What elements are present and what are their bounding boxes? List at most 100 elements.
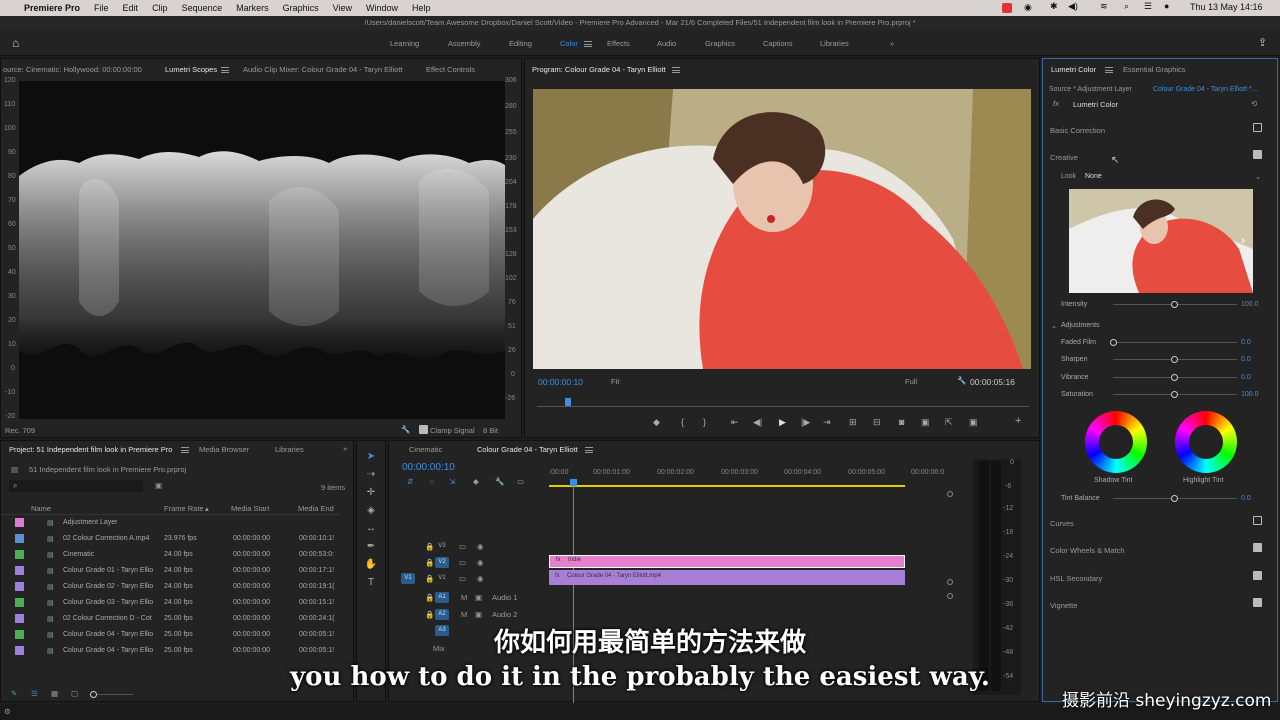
timeline-vscroll[interactable] bbox=[947, 491, 953, 691]
cc-icon[interactable]: ◉ bbox=[1024, 2, 1032, 13]
slider-knob[interactable] bbox=[1171, 495, 1178, 502]
slider-knob[interactable] bbox=[1171, 356, 1178, 363]
workspace-color[interactable]: Color bbox=[560, 39, 578, 48]
project-row[interactable]: ▤ Colour Grade 04 - Taryn Ellio 25.00 fps 0… bbox=[1, 643, 334, 659]
highlight-tint-wheel[interactable] bbox=[1175, 411, 1237, 473]
label-color-chip[interactable] bbox=[15, 646, 24, 655]
label-color-chip[interactable] bbox=[15, 518, 24, 527]
workspace-editing[interactable]: Editing bbox=[509, 39, 532, 48]
lock-icon[interactable]: 🔒 bbox=[425, 542, 434, 551]
track-v2[interactable]: V2 bbox=[435, 557, 449, 568]
workspace-learning[interactable]: Learning bbox=[390, 39, 419, 48]
snap-icon[interactable]: ∩ bbox=[429, 477, 434, 486]
hsl-secondary-checkbox[interactable] bbox=[1253, 571, 1262, 580]
tab-audio-clip-mixer[interactable]: Audio Clip Mixer: Colour Grade 04 - Tary… bbox=[243, 65, 403, 74]
project-row[interactable]: ▤ 02 Colour Correction A.mp4 23.976 fps 00:… bbox=[1, 531, 334, 547]
collapse-icon[interactable]: ⌄ bbox=[1051, 321, 1057, 330]
menu-window[interactable]: Window bbox=[366, 3, 398, 13]
program-scrubber[interactable] bbox=[537, 398, 1029, 407]
mark-out-icon[interactable]: } bbox=[703, 417, 706, 427]
curves-checkbox[interactable] bbox=[1253, 516, 1262, 525]
project-row[interactable]: ▤ 02 Colour Correction D - Cot 25.00 fps 00… bbox=[1, 611, 334, 627]
search-icon[interactable]: ⌕ bbox=[1124, 1, 1129, 12]
tint-balance-value[interactable]: 0.0 bbox=[1241, 495, 1251, 502]
section-curves[interactable]: Curves bbox=[1050, 519, 1074, 528]
lift-icon[interactable]: ⊞ bbox=[849, 417, 857, 428]
target-clip[interactable]: Colour Grade 04 - Taryn Elliott *... bbox=[1153, 86, 1258, 93]
multi-icon[interactable]: ▣ bbox=[969, 417, 978, 428]
section-vignette[interactable]: Vignette bbox=[1050, 601, 1077, 610]
control-center-icon[interactable]: ☰ bbox=[1144, 1, 1152, 12]
track-select-icon[interactable]: ⇢ bbox=[364, 469, 378, 483]
wifi-icon[interactable]: ≋ bbox=[1100, 1, 1108, 12]
camera-icon[interactable]: ◙ bbox=[899, 417, 904, 427]
project-search-input[interactable]: ⌕ bbox=[9, 480, 143, 492]
workspace-effects[interactable]: Effects bbox=[607, 39, 630, 48]
col-frame-rate[interactable]: Frame Rate bbox=[164, 504, 204, 513]
wrench-icon[interactable]: 🔧 bbox=[401, 425, 410, 434]
more-workspaces-icon[interactable]: » bbox=[890, 39, 894, 48]
settings-wrench-icon[interactable]: 🔧 bbox=[957, 376, 966, 385]
col-media-start[interactable]: Media Start bbox=[231, 504, 269, 513]
tab-lumetri-scopes[interactable]: Lumetri Scopes bbox=[165, 65, 217, 74]
icon-view-icon[interactable]: ▦ bbox=[51, 689, 58, 698]
panel-menu-icon[interactable] bbox=[221, 67, 229, 73]
tab-cinematic[interactable]: Cinematic bbox=[409, 445, 442, 454]
workspace-assembly[interactable]: Assembly bbox=[448, 39, 481, 48]
step-back-icon[interactable]: ◀| bbox=[753, 417, 762, 428]
list-view-icon[interactable]: ☰ bbox=[31, 689, 38, 698]
freeform-view-icon[interactable]: ▢ bbox=[71, 689, 78, 698]
reset-icon[interactable]: ⟲ bbox=[1251, 99, 1257, 108]
tab-project[interactable]: Project: 51 Independent film look in Pre… bbox=[9, 445, 172, 454]
saturation-value[interactable]: 100.0 bbox=[1241, 391, 1259, 398]
workspace-libraries[interactable]: Libraries bbox=[820, 39, 849, 48]
menu-markers[interactable]: Markers bbox=[236, 3, 269, 13]
tab-lumetri-color[interactable]: Lumetri Color bbox=[1051, 65, 1096, 74]
go-to-in-icon[interactable]: ⇤ bbox=[731, 417, 739, 428]
project-row[interactable]: ▤ Adjustment Layer bbox=[1, 515, 331, 531]
vibrance-value[interactable]: 0.0 bbox=[1241, 374, 1251, 381]
go-to-out-icon[interactable]: ⇥ bbox=[823, 417, 831, 428]
volume-icon[interactable]: ◀) bbox=[1068, 1, 1078, 12]
menu-sequence[interactable]: Sequence bbox=[182, 3, 223, 13]
tab-colour-grade-04[interactable]: Colour Grade 04 - Taryn Elliott bbox=[477, 445, 578, 454]
adjustments-label[interactable]: Adjustments bbox=[1061, 322, 1100, 329]
lumetri-menu-icon[interactable] bbox=[1105, 67, 1113, 73]
step-forward-icon[interactable]: |▶ bbox=[801, 417, 810, 428]
track-a1[interactable]: A1 bbox=[435, 592, 449, 603]
pen-icon[interactable]: ✒ bbox=[364, 541, 378, 555]
col-media-end[interactable]: Media End bbox=[298, 504, 334, 513]
slider-knob[interactable] bbox=[1110, 339, 1117, 346]
label-color-chip[interactable] bbox=[15, 598, 24, 607]
timeline-settings-icon[interactable]: 🔧 bbox=[495, 477, 504, 486]
program-title[interactable]: Program: Colour Grade 04 - Taryn Elliott bbox=[532, 65, 666, 74]
label-color-chip[interactable] bbox=[15, 534, 24, 543]
timeline-menu-icon[interactable] bbox=[585, 447, 593, 453]
tab-essential-graphics[interactable]: Essential Graphics bbox=[1123, 65, 1186, 74]
mute-button[interactable]: M bbox=[461, 593, 467, 602]
section-color-wheels[interactable]: Color Wheels & Match bbox=[1050, 546, 1125, 555]
section-creative[interactable]: Creative bbox=[1050, 153, 1078, 162]
ripple-edit-icon[interactable]: ✛ bbox=[364, 487, 378, 501]
menu-view[interactable]: View bbox=[333, 3, 352, 13]
more-panels-icon[interactable]: » bbox=[343, 444, 347, 453]
bluetooth-icon[interactable]: ✱ bbox=[1050, 1, 1058, 12]
time-ruler[interactable]: :00:00 00:00:01:00 00:00:02:00 00:00:03:… bbox=[549, 467, 945, 487]
sync-lock-icon[interactable]: ▭ bbox=[459, 574, 466, 583]
pencil-icon[interactable]: ✎ bbox=[11, 689, 17, 698]
basic-correction-checkbox[interactable] bbox=[1253, 123, 1262, 132]
project-row[interactable]: ▤ Colour Grade 02 - Taryn Ellio 24.00 fps 0… bbox=[1, 579, 334, 595]
slider-knob[interactable] bbox=[1171, 374, 1178, 381]
playhead-marker[interactable] bbox=[565, 398, 571, 406]
tab-media-browser[interactable]: Media Browser bbox=[199, 445, 249, 454]
next-look-icon[interactable]: › bbox=[1241, 233, 1245, 247]
faded-film-value[interactable]: 0.0 bbox=[1241, 339, 1251, 346]
export-frame-icon[interactable]: ⇱ bbox=[945, 417, 953, 428]
sharpen-value[interactable]: 0.0 bbox=[1241, 356, 1251, 363]
siri-icon[interactable]: ● bbox=[1164, 1, 1169, 11]
project-menu-icon[interactable] bbox=[181, 447, 189, 453]
vibrance-slider[interactable] bbox=[1113, 374, 1237, 381]
sync-lock-icon[interactable]: ▭ bbox=[459, 542, 466, 551]
track-a2[interactable]: A2 bbox=[435, 609, 449, 620]
new-bin-icon[interactable]: ▣ bbox=[155, 481, 162, 490]
